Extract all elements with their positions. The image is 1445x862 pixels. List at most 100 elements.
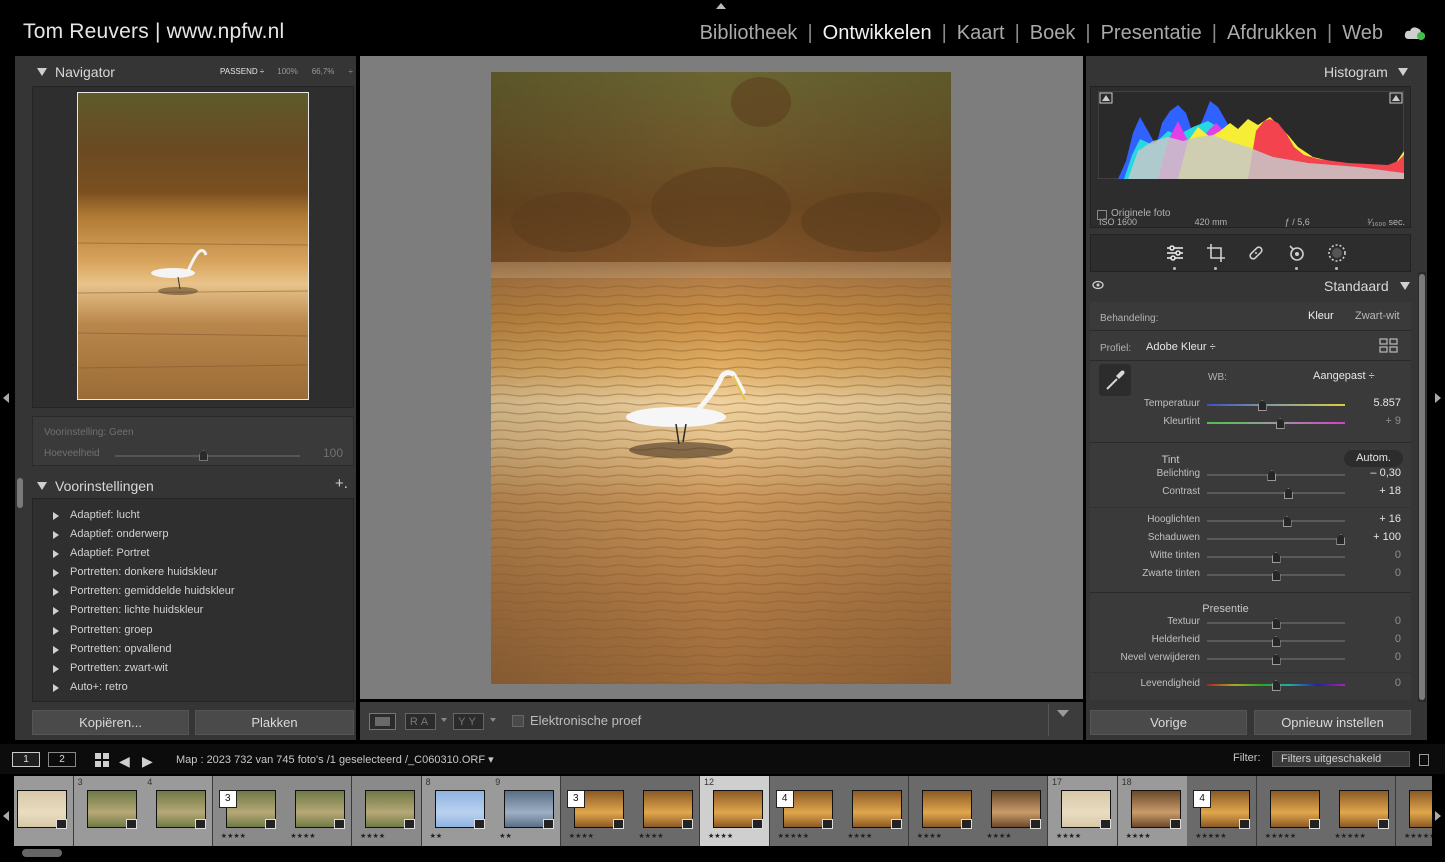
preset-group-item[interactable]: Portretten: lichte huidskleur	[33, 601, 353, 620]
filmstrip-cell[interactable]: 18 ★★★★	[1117, 776, 1188, 846]
develop-settings-badge-icon[interactable]	[612, 819, 624, 829]
original-photo-checkbox[interactable]	[1097, 210, 1107, 220]
expand-triangle-icon[interactable]	[53, 512, 59, 520]
filmstrip-cell[interactable]: ★★★★★	[1326, 776, 1397, 846]
hooglichten-slider-knob[interactable]	[1282, 516, 1292, 527]
nevel-verwijderen-slider-knob[interactable]	[1271, 654, 1281, 665]
helderheid-value[interactable]: 0	[1351, 633, 1401, 645]
stack-count-badge[interactable]: 3	[566, 790, 585, 808]
filmstrip-scroll-left-icon[interactable]	[3, 811, 9, 821]
filmstrip-cell[interactable]: 3 ★★★★	[212, 776, 283, 846]
develop-settings-badge-icon[interactable]	[1100, 819, 1111, 829]
kleurtint-value[interactable]: + 9	[1351, 415, 1401, 427]
develop-settings-badge-icon[interactable]	[891, 819, 903, 829]
white-balance-picker-icon[interactable]	[1099, 364, 1131, 396]
module-boek[interactable]: Boek	[1030, 22, 1076, 45]
filmstrip-cell[interactable]: 3 ★★★★	[560, 776, 631, 846]
filmstrip-cell[interactable]: ★★★★	[352, 776, 422, 846]
preset-group-item[interactable]: Portretten: groep	[33, 621, 353, 640]
expand-triangle-icon[interactable]	[53, 664, 59, 673]
develop-settings-badge-icon[interactable]	[125, 819, 137, 829]
reset-button[interactable]: Opnieuw instellen	[1254, 710, 1411, 735]
filmstrip-source-info[interactable]: Map : 2023 732 van 745 foto's /1 geselec…	[176, 753, 494, 766]
expand-triangle-icon[interactable]	[53, 588, 59, 597]
filmstrip-cell[interactable]: ★★★★	[282, 776, 353, 846]
collapse-top-arrow-icon[interactable]	[716, 3, 726, 9]
filmstrip-cell[interactable]: ★★★★	[908, 776, 979, 846]
develop-settings-badge-icon[interactable]	[473, 819, 485, 829]
zoom-fit-option[interactable]: PASSEND ÷	[220, 67, 264, 76]
develop-settings-badge-icon[interactable]	[821, 819, 833, 829]
temperatuur-value[interactable]: 5.857	[1351, 397, 1401, 409]
loupe-view-button[interactable]	[369, 713, 396, 730]
kleurtint-slider-knob[interactable]	[1275, 418, 1285, 429]
scrollbar-thumb[interactable]	[1419, 274, 1425, 700]
contrast-slider-track[interactable]	[1207, 492, 1345, 494]
expand-triangle-icon[interactable]	[53, 683, 59, 692]
develop-settings-badge-icon[interactable]	[334, 819, 346, 829]
develop-settings-badge-icon[interactable]	[56, 819, 67, 829]
navigator-preview[interactable]	[32, 86, 354, 408]
profile-browser-grid-icon[interactable]	[1379, 338, 1399, 354]
belichting-slider-knob[interactable]	[1267, 470, 1277, 481]
treatment-bw-option[interactable]: Zwart-wit	[1355, 310, 1400, 322]
module-web[interactable]: Web	[1342, 22, 1383, 45]
textuur-value[interactable]: 0	[1351, 615, 1401, 627]
before-after-swap-button[interactable]: YY	[453, 713, 484, 730]
collapse-triangle-icon[interactable]	[37, 482, 47, 490]
preset-group-item[interactable]: Portretten: donkere huidskleur	[33, 563, 353, 582]
preset-group-item[interactable]: Portretten: opvallend	[33, 640, 353, 659]
expand-triangle-icon[interactable]	[53, 550, 59, 559]
filmstrip-cell[interactable]: 8 ★★	[421, 776, 492, 846]
zwarte-tinten-value[interactable]: 0	[1351, 567, 1401, 579]
collapse-triangle-icon[interactable]	[1400, 282, 1410, 290]
expand-triangle-icon[interactable]	[53, 626, 59, 635]
levendigheid-value[interactable]: 0	[1351, 677, 1401, 689]
preset-group-item[interactable]: Adaptief: onderwerp	[33, 525, 353, 544]
filmstrip-scroll-right-icon[interactable]	[1435, 811, 1441, 821]
collapse-left-panel-icon[interactable]	[3, 393, 9, 403]
develop-settings-badge-icon[interactable]	[195, 819, 207, 829]
develop-settings-badge-icon[interactable]	[1169, 819, 1181, 829]
collapse-triangle-icon[interactable]	[37, 68, 47, 76]
develop-settings-badge-icon[interactable]	[752, 819, 763, 829]
paste-settings-button[interactable]: Plakken	[195, 710, 354, 735]
filmstrip-cell[interactable]: 4 ★★★★★	[769, 776, 840, 846]
module-kaart[interactable]: Kaart	[957, 22, 1005, 45]
amount-slider-knob[interactable]	[199, 450, 208, 461]
develop-settings-badge-icon[interactable]	[682, 819, 694, 829]
auto-tone-button[interactable]: Autom.	[1344, 450, 1403, 467]
loupe-view[interactable]	[360, 56, 1083, 699]
schaduwen-slider-knob[interactable]	[1336, 534, 1346, 545]
stack-count-badge[interactable]: 4	[1193, 790, 1212, 808]
add-preset-button[interactable]: +.	[335, 475, 348, 492]
preset-group-item[interactable]: Adaptief: Portret	[33, 544, 353, 563]
hooglichten-slider-track[interactable]	[1207, 520, 1345, 522]
stack-count-badge[interactable]: 4	[775, 790, 794, 808]
schaduwen-value[interactable]: + 100	[1351, 531, 1401, 543]
edit-sliders-icon[interactable]	[1165, 243, 1185, 263]
crop-icon[interactable]	[1206, 243, 1226, 263]
stack-count-badge[interactable]: 3	[218, 790, 237, 808]
masking-icon[interactable]	[1327, 243, 1347, 263]
filmstrip-scrollbar[interactable]	[22, 849, 62, 857]
swap-dropdown-icon[interactable]	[490, 718, 496, 722]
module-bibliotheek[interactable]: Bibliotheek	[700, 22, 798, 45]
filmstrip-cell[interactable]: 12 ★★★★	[700, 776, 770, 846]
expand-triangle-icon[interactable]	[53, 569, 59, 578]
filmstrip-cell[interactable]: ★★★★	[978, 776, 1049, 846]
filmstrip-cell[interactable]: ★★★★★	[1256, 776, 1327, 846]
develop-settings-badge-icon[interactable]	[264, 819, 276, 829]
hooglichten-value[interactable]: + 16	[1351, 513, 1401, 525]
cloud-sync-icon[interactable]	[1404, 26, 1426, 40]
witte-tinten-value[interactable]: 0	[1351, 549, 1401, 561]
healing-icon[interactable]	[1246, 243, 1266, 263]
right-panel-scrollbar[interactable]	[1418, 272, 1426, 702]
toolbar-options-chevron-icon[interactable]	[1057, 710, 1069, 717]
zwarte-tinten-slider-knob[interactable]	[1271, 570, 1281, 581]
navigator-header[interactable]: Navigator PASSEND ÷ 100% 66,7% ÷	[15, 56, 356, 86]
eye-icon[interactable]	[1092, 280, 1104, 290]
contrast-value[interactable]: + 18	[1351, 485, 1401, 497]
module-afdrukken[interactable]: Afdrukken	[1227, 22, 1317, 45]
expand-triangle-icon[interactable]	[53, 645, 59, 654]
